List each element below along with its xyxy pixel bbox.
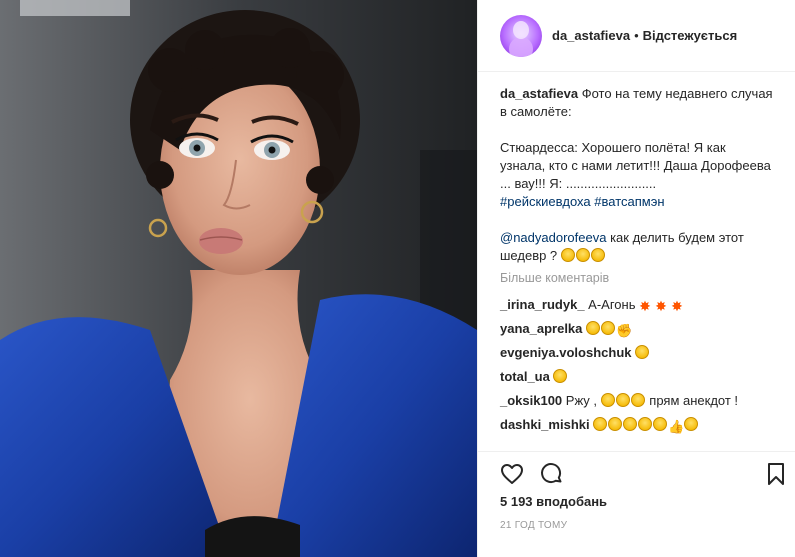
comment-row: dashki_mishki 👍	[500, 413, 774, 439]
collision-emoji-icon: ✸	[671, 298, 683, 314]
caption-username[interactable]: da_astafieva	[500, 86, 578, 101]
emoji-icon	[600, 393, 615, 407]
bookmark-icon[interactable]	[764, 462, 788, 486]
post-caption: da_astafieva Фото на тему недавнего случ…	[500, 85, 774, 265]
comment-username[interactable]: _irina_rudyk_	[500, 297, 585, 312]
comment-username[interactable]: evgeniya.voloshchuk	[500, 345, 632, 360]
thumbs-up-icon: 👍	[668, 419, 685, 434]
caption-body: Стюардесса: Хорошего полёта! Я как узнал…	[500, 140, 771, 191]
emoji-icon	[590, 248, 605, 262]
comment-row: total_ua	[500, 365, 774, 389]
emoji-icon	[586, 321, 601, 335]
comment-row: _irina_rudyk_ А-Агонь ✸ ✸ ✸	[500, 293, 774, 317]
following-button[interactable]: Відстежується	[643, 28, 738, 43]
comment-username[interactable]: dashki_mishki	[500, 417, 590, 432]
heart-icon[interactable]	[500, 462, 524, 486]
comment-username[interactable]: total_ua	[500, 369, 550, 384]
emoji-icon	[593, 417, 608, 431]
emoji-icon	[638, 417, 653, 431]
post-sidebar: da_astafieva • Відстежується da_astafiev…	[477, 0, 795, 557]
emoji-icon	[630, 393, 645, 407]
load-more-comments-button[interactable]: Більше коментарів	[500, 271, 774, 285]
comment-icon[interactable]	[540, 462, 564, 486]
caption-hashtags[interactable]: #рейскиевдоха #ватсапмэн	[500, 194, 665, 209]
post-photo[interactable]	[0, 0, 477, 557]
post-header: da_astafieva • Відстежується	[478, 0, 795, 72]
comment-row: _oksik100 Ржу , прям анекдот !	[500, 389, 774, 413]
emoji-icon	[560, 248, 575, 262]
emoji-icon	[623, 417, 638, 431]
comment-text: А-Агонь	[588, 297, 636, 312]
emoji-icon	[553, 369, 568, 383]
comment-text: Ржу ,	[565, 393, 598, 408]
emoji-icon	[653, 417, 668, 431]
header-separator: •	[634, 28, 639, 43]
comment-username[interactable]: yana_aprelka	[500, 321, 582, 336]
portrait-image	[0, 0, 477, 557]
emoji-icon	[684, 417, 699, 431]
post-actions: 5 193 вподобань 21 ГОД ТОМУ	[478, 451, 795, 557]
comment-text-tail: прям анекдот !	[649, 393, 739, 408]
comment-row: yana_aprelka ✊	[500, 317, 774, 341]
flexed-biceps-icon: ✊	[616, 323, 633, 338]
emoji-icon	[608, 417, 623, 431]
emoji-icon	[615, 393, 630, 407]
avatar[interactable]	[500, 14, 542, 57]
emoji-icon	[635, 345, 650, 359]
likes-count[interactable]: 5 193 вподобань	[500, 494, 607, 509]
emoji-icon	[601, 321, 616, 335]
collision-emoji-icon: ✸	[655, 298, 667, 314]
comments-section: da_astafieva Фото на тему недавнего случ…	[478, 73, 795, 451]
post-timestamp[interactable]: 21 ГОД ТОМУ	[500, 520, 567, 531]
caption-mention[interactable]: @nadyadorofeeva	[500, 230, 606, 245]
comment-row: evgeniya.voloshchuk	[500, 341, 774, 365]
comment-username[interactable]: _oksik100	[500, 393, 562, 408]
header-username[interactable]: da_astafieva	[552, 28, 630, 43]
collision-emoji-icon: ✸	[639, 298, 651, 314]
emoji-icon	[575, 248, 590, 262]
